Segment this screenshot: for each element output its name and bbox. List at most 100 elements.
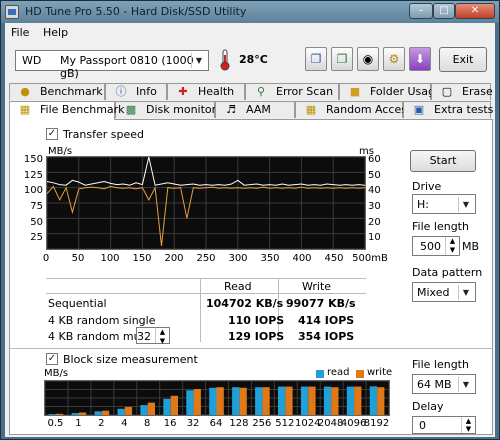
block-unit-label: MB/s [44, 368, 69, 379]
tab-benchmark-label: Benchmark [40, 85, 103, 98]
y-tick-label: 75 [30, 201, 43, 212]
bar-read [48, 414, 56, 415]
drive-name: My Passport 0810 (1000 gB) [60, 54, 194, 80]
bar-read [140, 405, 148, 415]
tab-random-access[interactable]: ▦ Random Access [295, 101, 413, 118]
row-label: 4 KB random single [48, 314, 156, 327]
bar-write [308, 386, 316, 415]
file-benchmark-panel: ✓ Transfer speed MB/s ms Read Write Sequ… [9, 119, 493, 435]
legend-write-label: write [367, 367, 393, 378]
y-tick-label: 100 [23, 185, 43, 197]
bar-read [163, 398, 171, 415]
drive-brand: WD [22, 54, 42, 67]
bar-write [239, 387, 247, 415]
tab-aam-label: AAM [246, 103, 271, 116]
gear-icon: ⚙ [388, 52, 400, 66]
x-tick-label: 400 [292, 253, 312, 264]
block-size-svg [45, 381, 389, 415]
save-button[interactable]: ⬇ [409, 47, 431, 71]
x-tick-label: 300 [228, 253, 248, 264]
copy-info-button[interactable]: ❐ [331, 47, 353, 71]
minimize-button[interactable]: – [409, 3, 433, 19]
drive-select-value: H: [417, 198, 429, 211]
title-bar[interactable]: HD Tune Pro 5.50 - Hard Disk/SSD Utility… [1, 1, 499, 23]
x-tick-label: 350 [260, 253, 280, 264]
block-file-length-select[interactable]: 64 MB ▼ [412, 374, 476, 394]
drive-select[interactable]: H: ▼ [412, 194, 476, 214]
tab-benchmark[interactable]: ● Benchmark [9, 83, 105, 100]
tab-error-scan[interactable]: ⚲ Error Scan [245, 83, 339, 100]
queue-depth-stepper[interactable]: 32 ▲ ▼ [136, 327, 170, 345]
bar-read [94, 411, 102, 415]
sequential-read: 104702 KB/s [206, 297, 284, 310]
menu-help[interactable]: Help [43, 26, 68, 39]
file-length-value: 500 [420, 240, 441, 253]
bar-write [377, 387, 385, 415]
random-multi-write: 354 IOPS [298, 330, 355, 343]
block-size-label: Block size measurement [63, 353, 198, 366]
x-tick-label: 500mB [352, 253, 388, 264]
copy-text-button[interactable]: ❐ [305, 47, 327, 71]
tab-file-benchmark-label: File Benchmark [40, 103, 125, 116]
start-button[interactable]: Start [410, 150, 476, 172]
tab-info[interactable]: ⓘ Info [105, 83, 167, 100]
error-scan-icon: ⚲ [256, 85, 266, 98]
data-pattern-select[interactable]: Mixed ▼ [412, 282, 476, 302]
screenshot-button[interactable]: ◉ [357, 47, 379, 71]
queue-depth-value: 32 [137, 330, 151, 343]
block-size-checkbox[interactable]: ✓ [46, 353, 58, 365]
y2-tick-label: 30 [368, 201, 381, 212]
file-benchmark-icon: ▦ [19, 103, 31, 116]
spinner-arrows-icon: ▲ ▼ [445, 237, 459, 255]
y2-tick-label: 10 [368, 232, 381, 244]
tab-file-benchmark[interactable]: ▦ File Benchmark [9, 101, 125, 120]
bar-read [323, 386, 332, 415]
erase-icon: ▢ [441, 85, 453, 98]
options-button[interactable]: ⚙ [383, 47, 405, 71]
bar-read [209, 387, 217, 415]
close-button[interactable]: ✕ [455, 3, 495, 19]
tab-health[interactable]: ✚ Health [167, 83, 245, 100]
drive-dropdown[interactable]: WD My Passport 0810 (1000 gB) ▼ [15, 50, 209, 80]
bar-write [78, 412, 87, 415]
tab-folder-usage[interactable]: ■ Folder Usage [339, 83, 442, 100]
legend-read-label: read [327, 367, 350, 378]
exit-button[interactable]: Exit [439, 47, 487, 72]
bar-write [285, 386, 293, 415]
x-tick-label: 100 [100, 253, 120, 264]
block-size-chart [44, 380, 390, 416]
temperature-value: 28°C [239, 53, 268, 66]
tab-disk-monitor-label: Disk monitor [146, 103, 217, 116]
disk-monitor-icon: ▩ [125, 103, 137, 116]
menu-file[interactable]: File [11, 26, 29, 39]
chevron-down-icon: ▼ [458, 377, 473, 392]
extra-tests-icon: ▣ [413, 103, 425, 116]
tab-extra-tests[interactable]: ▣ Extra tests [403, 101, 493, 118]
tab-erase[interactable]: ▢ Erase [431, 83, 493, 100]
random-single-read: 110 IOPS [228, 314, 285, 327]
row-label: Sequential [48, 297, 107, 310]
bar-write [331, 387, 339, 415]
transfer-speed-chart [46, 156, 366, 250]
chevron-down-icon: ▼ [458, 197, 473, 212]
camera-icon: ◉ [362, 52, 374, 66]
random-multi-read: 129 IOPS [228, 330, 285, 343]
y2-tick-label: 60 [368, 154, 381, 165]
delay-stepper[interactable]: 0 ▲ ▼ [412, 416, 476, 434]
y-tick-label: 50 [30, 216, 43, 228]
bar-read [117, 408, 125, 415]
chevron-down-icon: ▼ [458, 285, 473, 300]
thermometer-icon [219, 49, 231, 71]
bar-read [186, 390, 194, 415]
x-tick-label: 0 [42, 253, 50, 264]
tab-aam[interactable]: ♬ AAM [215, 101, 295, 118]
tab-disk-monitor[interactable]: ▩ Disk monitor [115, 101, 217, 118]
bar-read [369, 386, 377, 415]
bar-write [147, 402, 155, 415]
transfer-speed-checkbox[interactable]: ✓ [46, 128, 58, 140]
file-length-stepper[interactable]: 500 ▲ ▼ [412, 236, 460, 256]
maximize-button[interactable]: □ [433, 3, 455, 19]
y-tick-label: 150 [23, 154, 43, 165]
tab-health-label: Health [198, 85, 235, 98]
write-column-header: Write [302, 280, 332, 293]
